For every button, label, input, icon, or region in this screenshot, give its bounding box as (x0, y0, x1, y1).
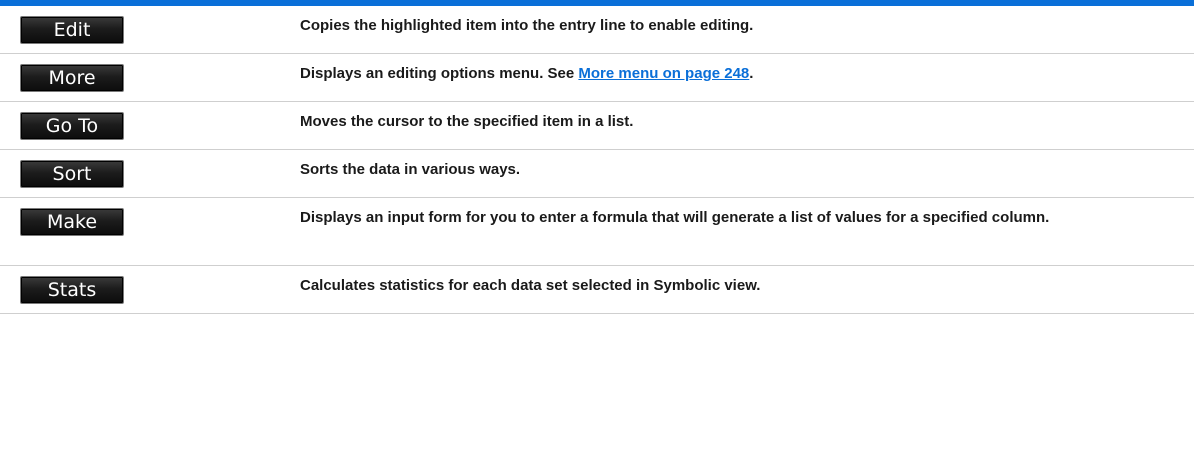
edit-softkey: Edit (20, 16, 124, 44)
row-description: Displays an input form for you to enter … (300, 209, 1050, 226)
row-description: Copies the highlighted item into the ent… (300, 17, 754, 34)
description-period: . (749, 65, 754, 82)
more-softkey: More (20, 64, 124, 92)
table-row: Edit Copies the highlighted item into th… (0, 6, 1194, 54)
make-softkey: Make (20, 208, 124, 236)
row-description: Displays an editing options menu. See Mo… (300, 63, 1154, 85)
row-description: Sorts the data in various ways. (300, 161, 521, 178)
table-row: Make Displays an input form for you to e… (0, 198, 1194, 266)
more-menu-link[interactable]: More menu on page 248 (578, 65, 749, 82)
row-description: Calculates statistics for each data set … (300, 277, 761, 294)
sort-softkey: Sort (20, 160, 124, 188)
go-to-softkey: Go To (20, 112, 124, 140)
table-row: Sort Sorts the data in various ways. (0, 150, 1194, 198)
description-text: Displays an editing options menu. See (300, 65, 579, 82)
table-row: More Displays an editing options menu. S… (0, 54, 1194, 102)
table-row: Go To Moves the cursor to the specified … (0, 102, 1194, 150)
stats-softkey: Stats (20, 276, 124, 304)
table-row: Stats Calculates statistics for each dat… (0, 266, 1194, 314)
row-description: Moves the cursor to the specified item i… (300, 113, 634, 130)
